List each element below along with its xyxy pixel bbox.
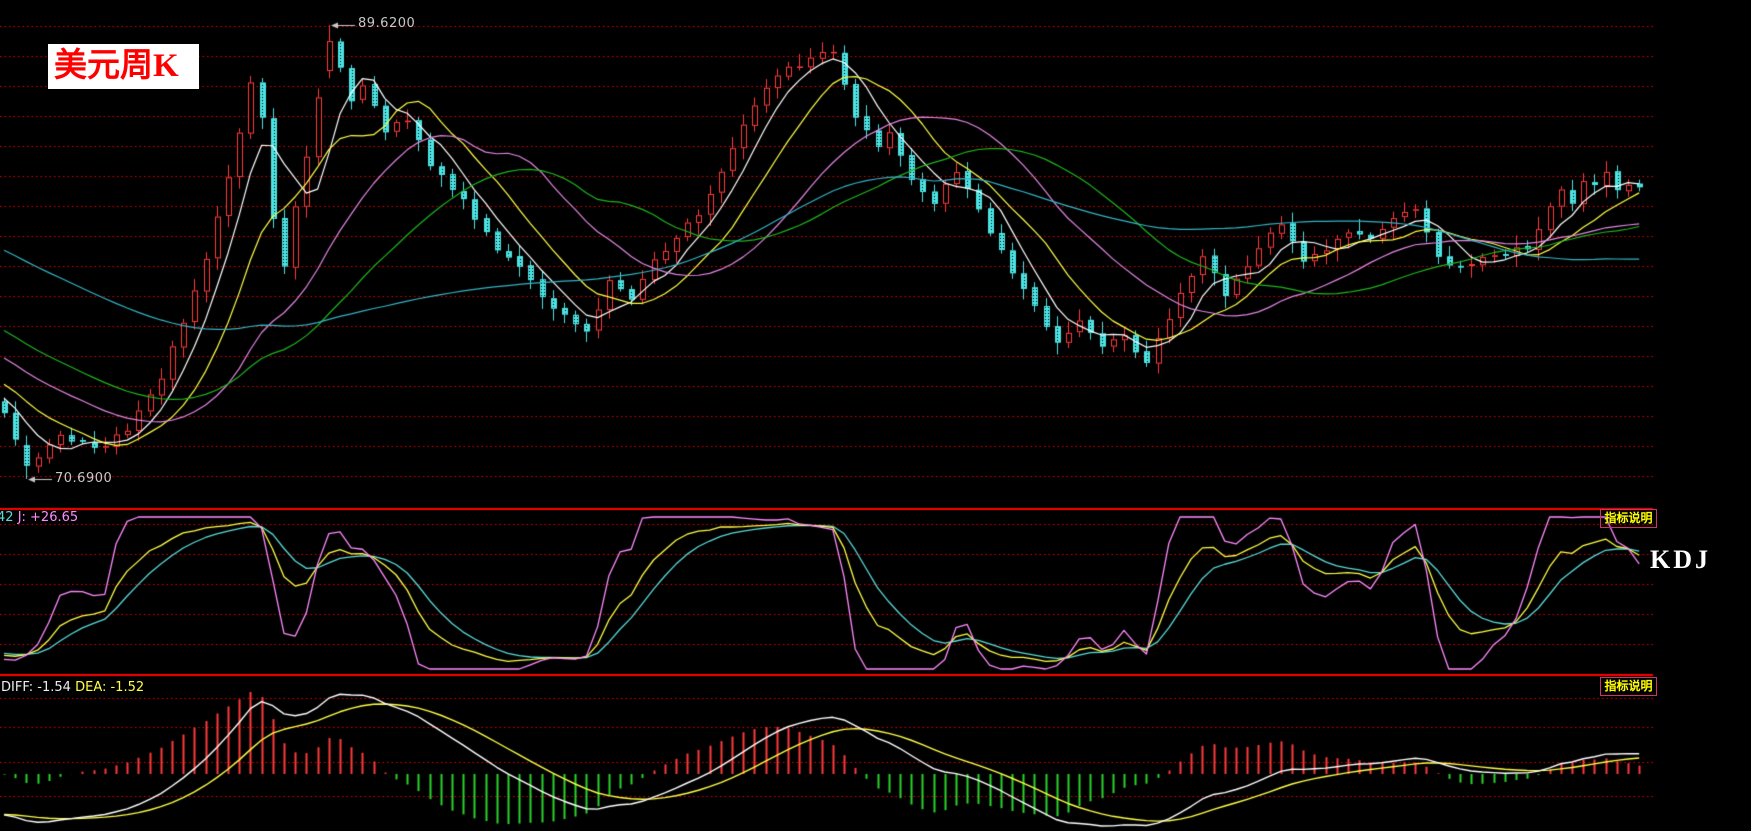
kdj-panel[interactable] — [0, 510, 1653, 674]
kdj-panel-label: KDJ — [1650, 545, 1711, 574]
high-price-annotation: 89.6200 — [358, 16, 416, 31]
chart-application-window: 美元周K 89.6200 70.6900 42 J: +26.65 指标说明 K… — [0, 0, 1751, 831]
macd-panel[interactable] — [0, 676, 1653, 831]
low-price-annotation: 70.6900 — [55, 471, 113, 486]
kdj-indicator-help-button[interactable]: 指标说明 — [1600, 509, 1657, 528]
macd-diff-value: DIFF: -1.54 — [1, 680, 71, 695]
macd-header: DIFF: -1.54 DEA: -1.52 — [1, 680, 144, 695]
instrument-title: 美元周K — [54, 48, 179, 84]
instrument-title-box: 美元周K — [48, 44, 199, 89]
price-panel[interactable] — [0, 0, 1653, 508]
kdj-d-value-fragment: 42 — [0, 510, 14, 525]
kdj-j-value: J: +26.65 — [17, 510, 79, 525]
macd-dea-value: DEA: -1.52 — [75, 680, 145, 695]
kdj-header: 42 J: +26.65 — [0, 510, 78, 525]
macd-indicator-help-button[interactable]: 指标说明 — [1600, 677, 1657, 696]
